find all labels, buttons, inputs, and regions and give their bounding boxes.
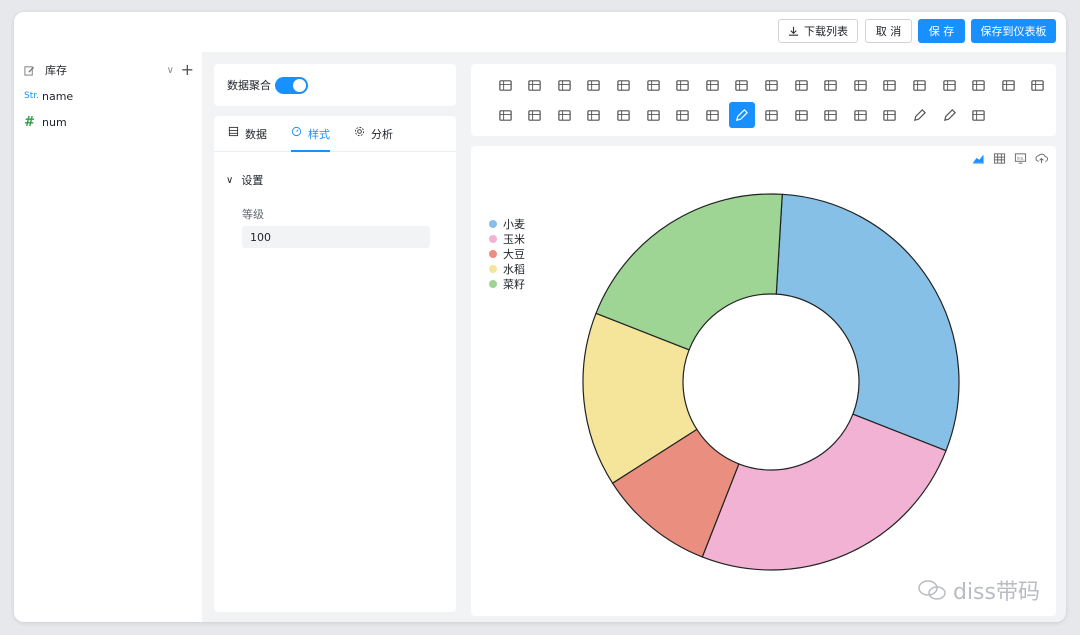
chart-type-map-pin-icon[interactable]	[847, 102, 873, 128]
chart-type-rocket-icon[interactable]	[877, 102, 903, 128]
chart-type-pencil-icon[interactable]	[728, 102, 755, 128]
number-type-icon: #	[24, 114, 35, 130]
chart-type-stacked-icon[interactable]	[729, 72, 755, 98]
donut-chart	[582, 193, 960, 571]
chart-canvas: SQL 小麦 玉米 大豆 水稻 菜籽	[471, 146, 1056, 616]
chart-type-cylinder-icon[interactable]	[758, 102, 784, 128]
tab-analysis[interactable]: 分析	[354, 126, 393, 152]
tab-label: 分析	[371, 128, 393, 141]
chart-type-bar-line-icon[interactable]	[788, 72, 814, 98]
download-icon	[788, 26, 799, 36]
level-label: 等级	[242, 208, 264, 221]
field-item-name[interactable]: Str. name	[24, 87, 73, 105]
config-tabs: 数据 样式 分析	[214, 116, 456, 152]
cancel-label: 取 消	[875, 25, 902, 38]
chart-type-funnel-icon[interactable]	[1025, 72, 1051, 98]
chart-type-map-world-icon[interactable]	[581, 102, 607, 128]
chart-type-donut-icon[interactable]	[966, 72, 992, 98]
donut-slice-玉米[interactable]	[701, 413, 947, 571]
chart-type-hbar-stack-icon[interactable]	[699, 72, 725, 98]
field-item-num[interactable]: # num	[24, 113, 67, 131]
cancel-button[interactable]: 取 消	[865, 19, 912, 43]
tab-label: 样式	[308, 128, 330, 141]
style-icon	[291, 126, 302, 137]
save-to-dashboard-button[interactable]: 保存到仪表板	[971, 19, 1056, 43]
tab-style[interactable]: 样式	[291, 126, 330, 152]
chart-type-gauge-icon[interactable]	[610, 102, 636, 128]
chart-type-map-icon[interactable]	[995, 72, 1021, 98]
chart-type-pencil-3-icon[interactable]	[936, 102, 962, 128]
chart-type-table-icon[interactable]	[492, 72, 518, 98]
chart-type-sparkline-icon[interactable]	[670, 102, 696, 128]
add-icon[interactable]: +	[181, 62, 194, 78]
chart-type-cube-icon[interactable]	[788, 102, 814, 128]
chart-type-scatter-icon[interactable]	[906, 72, 932, 98]
chevron-down-icon[interactable]: ∨	[167, 65, 174, 76]
chart-type-box-icon[interactable]	[966, 102, 992, 128]
field-list-panel: 库存 ∨ + Str. name # num	[14, 52, 202, 622]
aggregation-bar: 数据聚合	[214, 64, 456, 106]
field-name: num	[42, 115, 67, 129]
chart-type-waterfall-icon[interactable]	[492, 102, 518, 128]
chart-type-bar-icon[interactable]	[610, 72, 636, 98]
tab-data[interactable]: 数据	[228, 126, 267, 152]
chart-type-hbar-icon[interactable]	[640, 72, 666, 98]
chart-type-pivot-icon[interactable]	[522, 72, 548, 98]
download-list-button[interactable]: 下载列表	[778, 19, 858, 43]
chart-type-text-icon[interactable]	[640, 102, 666, 128]
config-panel: 数据 样式 分析 ∨ 设置 等级 100	[214, 116, 456, 612]
chart-type-column-stack-icon[interactable]	[758, 72, 784, 98]
save-button[interactable]: 保 存	[918, 19, 965, 43]
aggregation-toggle[interactable]	[275, 76, 308, 94]
field-name: name	[42, 89, 74, 103]
chart-type-pin-icon[interactable]	[818, 102, 844, 128]
settings-section-header[interactable]: ∨ 设置	[226, 172, 263, 188]
chevron-down-icon: ∨	[226, 174, 234, 186]
chart-type-line-icon[interactable]	[818, 72, 844, 98]
section-title: 设置	[241, 174, 264, 187]
edit-icon[interactable]	[24, 65, 35, 76]
watermark: diss带码	[917, 574, 1040, 606]
watermark-text: diss带码	[952, 580, 1040, 605]
string-type-icon: Str.	[24, 91, 39, 101]
table-icon	[228, 126, 239, 137]
app-window: 下载列表 取 消 保 存 保存到仪表板 库存 ∨ + Str. name # n…	[14, 12, 1066, 622]
chart-type-column-icon[interactable]	[670, 72, 696, 98]
chart-type-pie-icon[interactable]	[936, 72, 962, 98]
download-label: 下载列表	[804, 25, 848, 38]
aggregation-label: 数据聚合	[227, 79, 271, 92]
chart-type-kpi-compare-icon[interactable]	[581, 72, 607, 98]
chart-type-area-icon[interactable]	[847, 72, 873, 98]
top-toolbar: 下载列表 取 消 保 存 保存到仪表板	[14, 12, 1066, 52]
donut-slice-小麦[interactable]	[775, 193, 960, 452]
chart-type-area-stack-icon[interactable]	[877, 72, 903, 98]
save-dashboard-label: 保存到仪表板	[980, 25, 1047, 38]
level-input[interactable]: 100	[242, 226, 430, 248]
save-label: 保 存	[928, 25, 955, 38]
chart-type-picker	[471, 64, 1056, 136]
dataset-title: 库存	[45, 64, 67, 77]
tab-label: 数据	[245, 128, 267, 141]
chart-type-map-china-icon[interactable]	[551, 102, 577, 128]
wechat-icon	[918, 580, 946, 600]
chart-type-kpi-icon[interactable]	[551, 72, 577, 98]
dataset-header: 库存 ∨ +	[24, 60, 194, 80]
chart-type-dots-icon[interactable]	[699, 102, 725, 128]
settings-icon	[354, 126, 365, 137]
chart-type-pencil-2-icon[interactable]	[906, 102, 932, 128]
chart-type-wordcloud-icon[interactable]	[522, 102, 548, 128]
